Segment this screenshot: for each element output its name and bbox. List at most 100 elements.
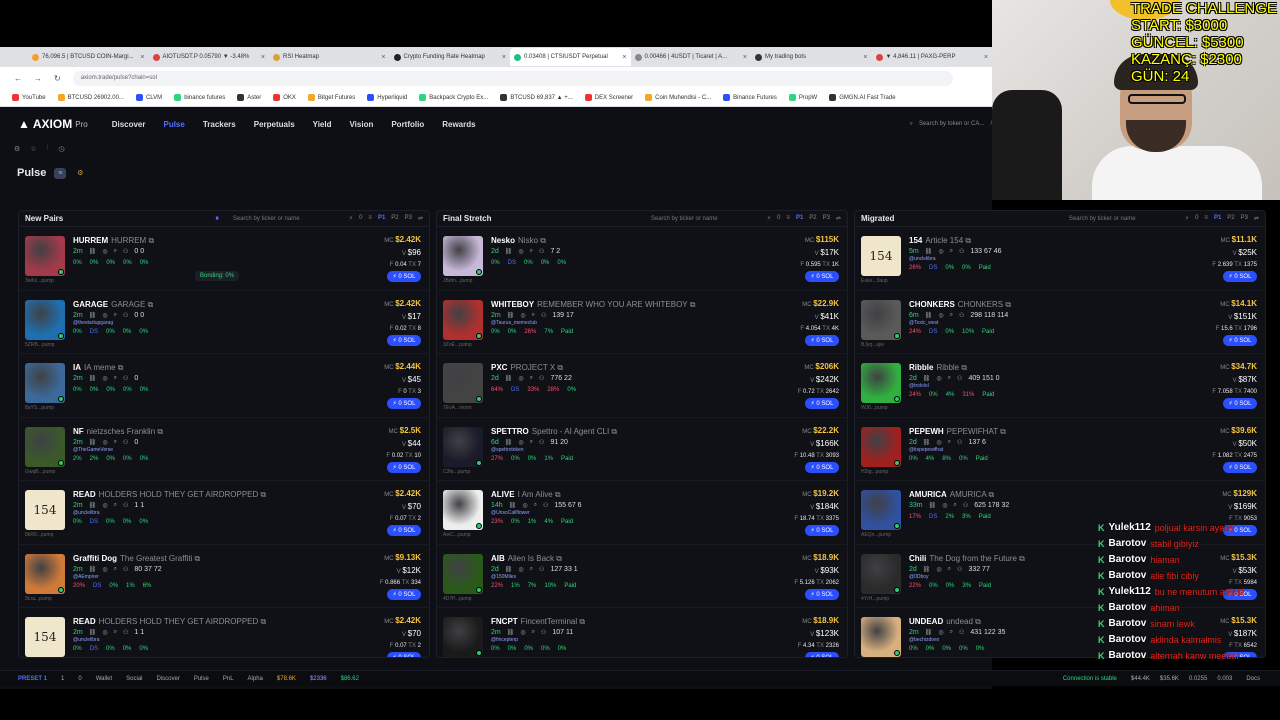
token-row[interactable]: 154 Euke...3aup 154 Article 154 ⧉ 5m ⛓ ◎ ⌕ ⚇ 133 … bbox=[855, 227, 1265, 291]
copy-icon[interactable]: ⧉ bbox=[554, 554, 562, 563]
bookmark-item[interactable]: YouTube bbox=[12, 94, 46, 101]
globe-icon[interactable]: ◎ bbox=[102, 312, 107, 319]
link-icon[interactable]: ⛓ bbox=[507, 629, 515, 636]
globe-icon[interactable]: ◎ bbox=[942, 502, 947, 509]
copy-icon[interactable]: ⧉ bbox=[1017, 554, 1025, 563]
link-icon[interactable]: ⛓ bbox=[89, 502, 97, 509]
user-icon[interactable]: ⚇ bbox=[541, 312, 546, 319]
token-avatar[interactable] bbox=[25, 299, 65, 340]
link-icon[interactable]: ⛓ bbox=[505, 375, 513, 382]
copy-icon[interactable]: ⧉ bbox=[577, 617, 585, 626]
token-avatar[interactable] bbox=[25, 426, 65, 467]
bookmark-item[interactable]: DEX Screener bbox=[584, 94, 633, 101]
copy-icon[interactable]: ⧉ bbox=[116, 363, 124, 372]
bookmark-item[interactable]: Backpack Crypto Ex... bbox=[419, 94, 488, 101]
close-icon[interactable]: × bbox=[863, 54, 867, 61]
buy-sol-button[interactable]: ⚡ 0 SOL bbox=[387, 334, 421, 346]
buy-sol-button[interactable]: ⚡ 0 SOL bbox=[805, 398, 839, 409]
logo[interactable]: ▲ AXIOM Pro bbox=[18, 117, 88, 131]
bookmark-item[interactable]: CLVM bbox=[135, 94, 162, 101]
token-avatar[interactable] bbox=[443, 553, 483, 594]
copy-icon[interactable]: ⧉ bbox=[538, 236, 546, 245]
filter-icon[interactable]: ⇌ bbox=[836, 215, 841, 222]
token-avatar[interactable] bbox=[861, 426, 901, 467]
copy-icon[interactable]: ⧉ bbox=[258, 490, 267, 499]
copy-icon[interactable]: ⧉ bbox=[1003, 300, 1011, 309]
token-row[interactable]: H2tg...pump PEPEWH PEPEWIFHAT ⧉ 2d ⛓ ◎ ⌕ ⚇ 137 6… bbox=[855, 418, 1265, 481]
link-icon[interactable]: ⛓ bbox=[89, 248, 97, 255]
user-icon[interactable]: ⚇ bbox=[539, 375, 544, 382]
token-avatar[interactable] bbox=[25, 363, 65, 403]
token-row[interactable]: WJ6...pump Ribble Ribble ⧉ 2d ⛓ ◎ ⌕ ⚇ 409 151 0 @… bbox=[855, 354, 1265, 418]
preset-p1[interactable]: P1 bbox=[796, 215, 803, 222]
token-row[interactable]: 3wKs...pump HURREM HURREM ⧉ 2m ⛓ ◎ ⌕ ⚇ 0 0 0% 0% 0%… bbox=[19, 227, 429, 291]
browser-tab[interactable]: Crypto Funding Rate Heatmap × bbox=[390, 48, 511, 66]
holder-handle[interactable]: @bechizdoex bbox=[909, 637, 939, 643]
status-item-social[interactable]: Social bbox=[126, 676, 142, 682]
list-icon[interactable]: ≡ bbox=[368, 215, 372, 222]
bookmark-item[interactable]: GMGN.AI Fast Trade bbox=[829, 94, 896, 101]
globe-icon[interactable]: ◎ bbox=[938, 248, 943, 255]
link-icon[interactable]: ⛓ bbox=[923, 566, 931, 573]
close-icon[interactable]: × bbox=[381, 54, 385, 61]
clock-icon[interactable]: ◷ bbox=[58, 145, 64, 153]
token-row[interactable]: GwqB...pump NF nietzsches Franklin ⧉ 2m ⛓ ◎ ⌕ ⚇… bbox=[19, 418, 429, 481]
bookmark-item[interactable]: binance futures bbox=[174, 94, 225, 101]
link-icon[interactable]: ⛓ bbox=[89, 629, 97, 636]
globe-icon[interactable]: ◎ bbox=[936, 439, 941, 446]
token-avatar[interactable] bbox=[25, 553, 65, 594]
preset-p3[interactable]: P3 bbox=[405, 215, 412, 222]
preset-p2[interactable]: P2 bbox=[391, 215, 398, 222]
globe-icon[interactable]: ◎ bbox=[102, 248, 107, 255]
copy-icon[interactable]: ⧉ bbox=[998, 427, 1006, 436]
browser-tab[interactable]: ▼ 4,846.11 | PAXG-PERP × bbox=[872, 48, 993, 66]
chart-icon[interactable]: ⫶ bbox=[47, 145, 49, 153]
bookmark-item[interactable]: Hyperliquid bbox=[367, 94, 407, 101]
lightning-icon[interactable]: ⚡ bbox=[767, 215, 771, 222]
search-icon[interactable]: ⌕ bbox=[948, 439, 951, 446]
copy-icon[interactable]: ⧉ bbox=[258, 617, 267, 626]
buy-sol-button[interactable]: ⚡ 0 SOL bbox=[1223, 461, 1257, 473]
buy-sol-button[interactable]: ⚡ 0 SOL bbox=[1223, 271, 1257, 282]
user-icon[interactable]: ⚇ bbox=[957, 566, 962, 573]
token-row[interactable]: 5ZRB...pump GARAGE GARAGE ⧉ 2m ⛓ ◎ ⌕ ⚇ 0 0 @thest… bbox=[19, 291, 429, 354]
browser-tab[interactable]: My trading bots × bbox=[751, 48, 872, 66]
token-row[interactable]: 3ZoE...pump WHITEBOY REMEMBER WHO YOU ARE … bbox=[437, 291, 847, 354]
search-icon[interactable]: ⌕ bbox=[950, 312, 953, 319]
bookmark-item[interactable]: Binance Futures bbox=[723, 94, 777, 101]
search-icon[interactable]: ⌕ bbox=[114, 439, 117, 446]
bookmark-item[interactable]: Coin Muhendisi - C... bbox=[645, 94, 711, 101]
status-item-wallet[interactable]: Wallet bbox=[96, 676, 112, 682]
link-icon[interactable]: ⛓ bbox=[89, 375, 97, 382]
copy-icon[interactable]: ⧉ bbox=[959, 363, 967, 372]
list-icon[interactable]: ≡ bbox=[1204, 215, 1208, 222]
close-icon[interactable]: × bbox=[261, 54, 265, 61]
docs-link[interactable]: Docs bbox=[1246, 676, 1260, 682]
status-item-1[interactable]: 1 bbox=[61, 676, 64, 682]
search-icon[interactable]: ⌕ bbox=[532, 312, 535, 319]
holder-handle[interactable]: @fincepterp bbox=[491, 637, 518, 643]
globe-icon[interactable]: ◎ bbox=[518, 375, 523, 382]
search-icon[interactable]: ⌕ bbox=[114, 248, 117, 255]
search-icon[interactable]: ⌕ bbox=[532, 629, 535, 636]
search-icon[interactable]: ⌕ bbox=[114, 375, 117, 382]
buy-sol-button[interactable]: ⚡ 0 SOL bbox=[387, 525, 421, 536]
holder-handle[interactable]: @unclelibra bbox=[73, 510, 99, 516]
globe-icon[interactable]: ◎ bbox=[938, 312, 943, 319]
copy-icon[interactable]: ⧉ bbox=[688, 300, 696, 309]
buy-sol-button[interactable]: ⚡ 0 SOL bbox=[1223, 334, 1257, 346]
globe-icon[interactable]: ◎ bbox=[520, 312, 525, 319]
token-avatar[interactable] bbox=[861, 490, 901, 530]
search-icon[interactable]: ⌕ bbox=[948, 375, 951, 382]
buy-sol-button[interactable]: ⚡ 0 SOL bbox=[387, 588, 421, 600]
globe-icon[interactable]: ◎ bbox=[102, 375, 107, 382]
link-icon[interactable]: ⛓ bbox=[925, 312, 933, 319]
link-icon[interactable]: ⛓ bbox=[89, 312, 97, 319]
search-icon[interactable]: ⌕ bbox=[950, 629, 953, 636]
link-icon[interactable]: ⛓ bbox=[509, 502, 517, 509]
globe-icon[interactable]: ◎ bbox=[518, 439, 523, 446]
holder-handle[interactable]: @Toxic_west bbox=[909, 320, 939, 326]
user-icon[interactable]: ⚇ bbox=[539, 439, 544, 446]
search-icon[interactable]: ⌕ bbox=[114, 629, 117, 636]
link-icon[interactable]: ⛓ bbox=[89, 566, 97, 573]
